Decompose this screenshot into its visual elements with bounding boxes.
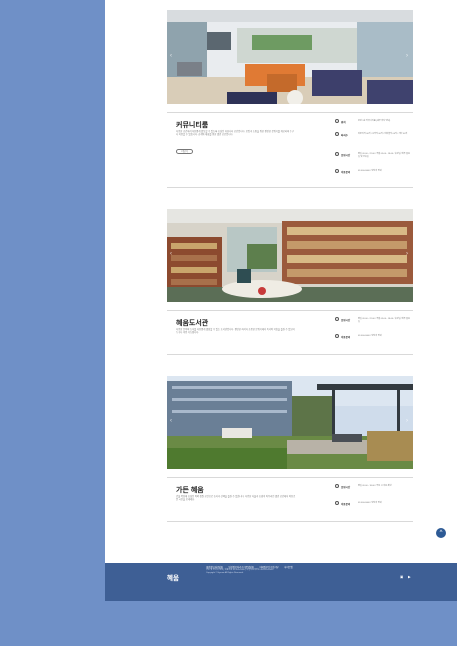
- facility-section-library: ‹ › 혜움도서관 다양한 분야의 도서를 자유롭게 열람할 수 있는 도서관입…: [167, 209, 413, 355]
- youtube-icon[interactable]: ▶: [408, 575, 412, 579]
- garden-info: 가든 혜움 건물 옥상에 조성된 야외 정원 공간으로 휴식과 산책을 즐길 수…: [167, 477, 413, 522]
- phone-icon: [335, 169, 339, 173]
- seat-icon: [335, 132, 339, 136]
- next-arrow-icon[interactable]: ›: [406, 53, 408, 59]
- blog-icon[interactable]: ▣: [400, 575, 404, 579]
- community-room-info: 커뮤니티룸 다양한 공간에서 자유롭게 활동할 수 있도록 조성된 커뮤니티 공…: [167, 112, 413, 188]
- clock-icon: [335, 317, 339, 321]
- section-description: 다양한 공간에서 자유롭게 활동할 수 있도록 조성된 커뮤니티 공간입니다. …: [176, 131, 294, 137]
- scroll-top-button[interactable]: ^: [436, 528, 446, 538]
- more-button[interactable]: 더보기: [176, 149, 193, 154]
- next-arrow-icon[interactable]: ›: [406, 418, 408, 424]
- section-title: 커뮤니티룸: [176, 122, 209, 129]
- prev-arrow-icon[interactable]: ‹: [170, 251, 172, 257]
- facility-details: 운영시간 평일 09:00 - 18:00 / 우천 시 이용 제한 이용문의 …: [335, 484, 411, 516]
- phone-icon: [335, 334, 339, 338]
- clock-icon: [335, 152, 339, 156]
- footer-copyright: Copyright © Hyeum All Rights Reserved.: [206, 572, 244, 575]
- section-description: 다양한 분야의 도서를 자유롭게 열람할 수 있는 도서관입니다. 편안한 좌석…: [176, 329, 295, 335]
- section-title: 가든 혜움: [176, 487, 204, 494]
- phone-icon: [335, 501, 339, 505]
- community-room-photo: [167, 10, 413, 104]
- clock-icon: [335, 484, 339, 488]
- prev-arrow-icon[interactable]: ‹: [170, 53, 172, 59]
- footer-logo[interactable]: 혜움: [167, 572, 179, 582]
- footer-address: 주소 및 연락처 정보 | 대표번호 02-000-0000 | 사업자등록번호…: [206, 569, 273, 575]
- footer-link-sitemap[interactable]: 사이트맵: [284, 567, 292, 569]
- prev-arrow-icon[interactable]: ‹: [170, 418, 172, 424]
- location-icon: [335, 119, 339, 123]
- library-info: 혜움도서관 다양한 분야의 도서를 자유롭게 열람할 수 있는 도서관입니다. …: [167, 310, 413, 355]
- section-title: 혜움도서관: [176, 320, 209, 327]
- facility-section-community: ‹ › 커뮤니티룸 다양한 공간에서 자유롭게 활동할 수 있도록 조성된 커뮤…: [167, 10, 413, 188]
- library-photo: [167, 209, 413, 302]
- next-arrow-icon[interactable]: ›: [406, 251, 408, 257]
- section-description: 건물 옥상에 조성된 야외 정원 공간으로 휴식과 산책을 즐길 수 있습니다.…: [176, 496, 296, 502]
- facility-section-garden: ‹ › 가든 혜움 건물 옥상에 조성된 야외 정원 공간으로 휴식과 산책을 …: [167, 376, 413, 522]
- facility-details: 운영시간 평일 09:00 - 22:00 / 주말 09:00 - 18:00…: [335, 317, 411, 349]
- content-page: ‹ › 커뮤니티룸 다양한 공간에서 자유롭게 활동할 수 있도록 조성된 커뮤…: [105, 0, 457, 563]
- garden-photo: [167, 376, 413, 469]
- site-footer: 혜움 개인정보처리방침 영상정보처리기기운영방침 이메일무단수집거부 사이트맵 …: [105, 563, 457, 601]
- facility-details: 위치 본관 1층 커뮤니티룸 (세부 위치 안내) 좌석수 라운지석 00석 /…: [335, 119, 411, 179]
